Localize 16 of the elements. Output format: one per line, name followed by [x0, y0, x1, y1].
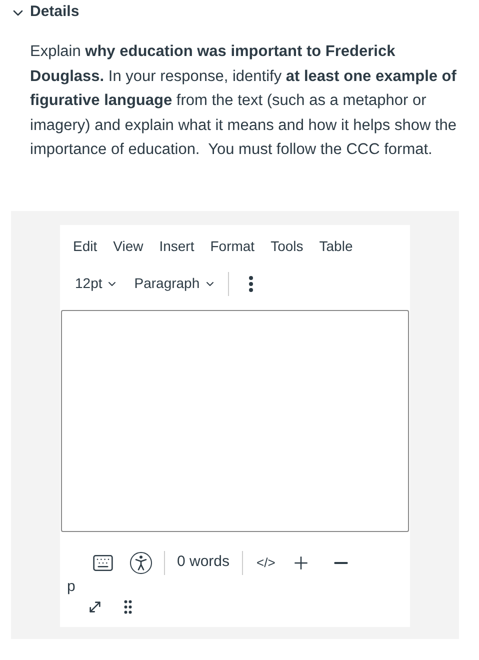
menu-item[interactable]: Format — [210, 236, 255, 256]
menu-item[interactable]: Edit — [73, 236, 98, 256]
accessibility-icon[interactable] — [130, 552, 152, 574]
html-toggle[interactable]: </> — [256, 552, 276, 572]
block-format-dropdown[interactable]: Paragraph — [134, 273, 216, 294]
menu-item[interactable]: Table — [319, 236, 353, 256]
prompt-text: Explain why education was important to Frederick Douglass. In your response, identify at least one example of figurative language from the text (such as a metaphor or imagery) and explain what it means and how it helps show the importance of education. You must follow the CCC format. — [30, 42, 458, 160]
resize-icon[interactable] — [87, 598, 103, 614]
menu-item[interactable]: Tools — [270, 236, 304, 256]
details-toggle[interactable]: Details — [0, 0, 80, 24]
font-size-dropdown[interactable]: 12pt — [75, 273, 118, 294]
word-count: 0 words — [177, 552, 230, 572]
more-icon[interactable] — [248, 276, 253, 292]
menu-item[interactable]: Insert — [159, 236, 194, 256]
element-path[interactable]: p — [67, 576, 76, 596]
menu-item[interactable]: View — [113, 236, 144, 256]
